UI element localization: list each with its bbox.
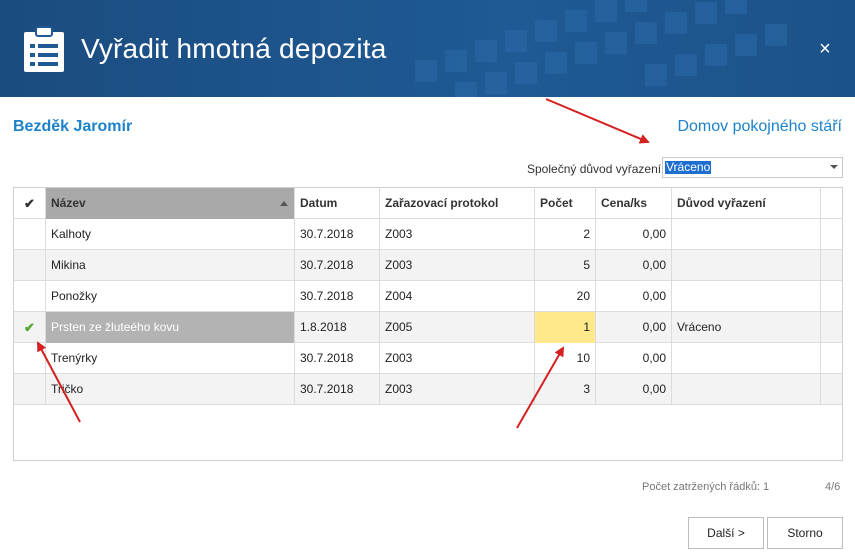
cell-count[interactable]: 5 [535, 250, 596, 281]
row-checkbox[interactable] [14, 374, 46, 405]
clipboard-list-icon [24, 26, 64, 72]
cell-protocol: Z005 [380, 312, 535, 343]
cell-reason[interactable] [672, 343, 821, 374]
table-row[interactable]: Trenýrky 30.7.2018 Z003 10 0,00 [14, 343, 842, 374]
cell-count[interactable]: 10 [535, 343, 596, 374]
close-icon[interactable]: × [816, 39, 834, 59]
cell-filler [821, 374, 842, 405]
column-header-name[interactable]: Název [46, 188, 295, 219]
cancel-button[interactable]: Storno [767, 517, 843, 549]
cell-reason[interactable] [672, 374, 821, 405]
cell-count-editing[interactable]: 1 [535, 312, 596, 343]
column-header-filler [821, 188, 842, 219]
cell-protocol: Z003 [380, 374, 535, 405]
cell-name: Trenýrky [46, 343, 295, 374]
cell-date: 30.7.2018 [295, 219, 380, 250]
header-pattern [415, 0, 787, 97]
table-row[interactable]: Tričko 30.7.2018 Z003 3 0,00 [14, 374, 842, 405]
annotation-arrow-dropdown [545, 98, 650, 144]
cell-reason[interactable] [672, 281, 821, 312]
dialog-header: Vyřadit hmotná depozita × [0, 0, 855, 97]
cell-price: 0,00 [596, 343, 672, 374]
cell-count[interactable]: 3 [535, 374, 596, 405]
row-checkbox[interactable] [14, 343, 46, 374]
table-row[interactable]: Mikina 30.7.2018 Z003 5 0,00 [14, 250, 842, 281]
cell-reason[interactable]: Vráceno [672, 312, 821, 343]
cell-filler [821, 281, 842, 312]
table-header-row: ✔ Název Datum Zařazovací protokol Počet … [14, 188, 842, 219]
cell-count[interactable]: 20 [535, 281, 596, 312]
cell-name: Kalhoty [46, 219, 295, 250]
common-reason-dropdown[interactable]: Vráceno [662, 157, 843, 178]
dialog-title: Vyřadit hmotná depozita [81, 33, 387, 64]
cell-price: 0,00 [596, 281, 672, 312]
person-name: Bezděk Jaromír [13, 118, 133, 135]
cell-price: 0,00 [596, 250, 672, 281]
cell-date: 30.7.2018 [295, 250, 380, 281]
cell-reason[interactable] [672, 250, 821, 281]
deposits-table: ✔ Název Datum Zařazovací protokol Počet … [13, 187, 843, 461]
next-button[interactable]: Další > [688, 517, 764, 549]
cell-price: 0,00 [596, 219, 672, 250]
cell-protocol: Z004 [380, 281, 535, 312]
sort-ascending-icon [280, 201, 288, 206]
cell-name: Prsten ze žluteého kovu [46, 312, 295, 343]
cell-protocol: Z003 [380, 250, 535, 281]
common-reason-label: Společný důvod vyřazení: [527, 162, 665, 176]
check-all-icon[interactable]: ✔ [14, 188, 46, 219]
cell-filler [821, 343, 842, 374]
discard-deposits-dialog: Vyřadit hmotná depozita × Bezděk Jaromír… [0, 0, 855, 558]
column-header-protocol[interactable]: Zařazovací protokol [380, 188, 535, 219]
cell-filler [821, 312, 842, 343]
column-header-count[interactable]: Počet [535, 188, 596, 219]
row-checkbox[interactable] [14, 250, 46, 281]
cell-name: Ponožky [46, 281, 295, 312]
cell-price: 0,00 [596, 374, 672, 405]
row-checkbox-checked[interactable]: ✔ [14, 312, 46, 343]
cell-protocol: Z003 [380, 343, 535, 374]
row-checkbox[interactable] [14, 219, 46, 250]
table-row-selected[interactable]: ✔ Prsten ze žluteého kovu 1.8.2018 Z005 … [14, 312, 842, 343]
cell-name: Mikina [46, 250, 295, 281]
column-header-reason[interactable]: Důvod vyřazení [672, 188, 821, 219]
cell-filler [821, 219, 842, 250]
common-reason-value[interactable]: Vráceno [665, 161, 712, 174]
table-row[interactable]: Ponožky 30.7.2018 Z004 20 0,00 [14, 281, 842, 312]
column-header-date[interactable]: Datum [295, 188, 380, 219]
checked-rows-count: Počet zatržených řádků: 1 [642, 481, 770, 493]
column-header-label: Název [51, 196, 86, 210]
table-row[interactable]: Kalhoty 30.7.2018 Z003 2 0,00 [14, 219, 842, 250]
cell-count[interactable]: 2 [535, 219, 596, 250]
cell-date: 30.7.2018 [295, 343, 380, 374]
cell-reason[interactable] [672, 219, 821, 250]
facility-name: Domov pokojného stáří [677, 118, 842, 135]
row-checkbox[interactable] [14, 281, 46, 312]
cell-date: 30.7.2018 [295, 374, 380, 405]
cell-date: 1.8.2018 [295, 312, 380, 343]
row-position: 4/6 [825, 481, 841, 493]
cell-protocol: Z003 [380, 219, 535, 250]
cell-name: Tričko [46, 374, 295, 405]
cell-price: 0,00 [596, 312, 672, 343]
cell-date: 30.7.2018 [295, 281, 380, 312]
cell-filler [821, 250, 842, 281]
column-header-price[interactable]: Cena/ks [596, 188, 672, 219]
chevron-down-icon[interactable] [830, 165, 838, 169]
